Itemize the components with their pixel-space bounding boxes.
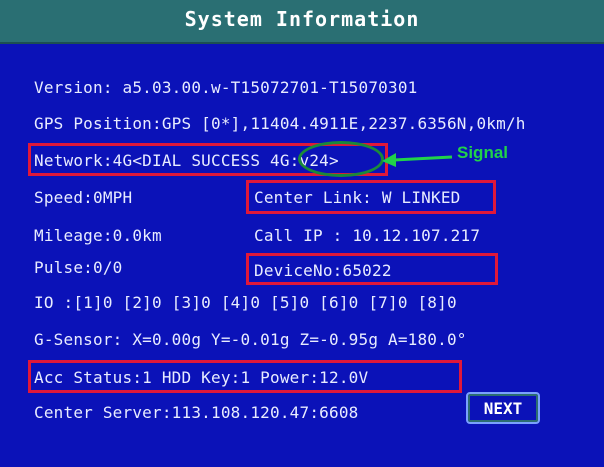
- next-button[interactable]: NEXT: [466, 392, 540, 424]
- title-bar: System Information: [0, 0, 604, 44]
- speed-line: Speed:0MPH: [34, 188, 133, 207]
- version-line: Version: a5.03.00.w-T15072701-T15070301: [34, 78, 418, 97]
- arrow-left-icon: [382, 153, 453, 167]
- system-info-screen: System Information Version: a5.03.00.w-T…: [0, 0, 604, 467]
- g-sensor-line: G-Sensor: X=0.00g Y=-0.01g Z=-0.95g A=18…: [34, 330, 467, 349]
- center-server-line: Center Server:113.108.120.47:6608: [34, 403, 359, 422]
- io-line: IO :[1]0 [2]0 [3]0 [4]0 [5]0 [6]0 [7]0 […: [34, 293, 457, 312]
- acc-status-highlight-box: [28, 360, 462, 393]
- pulse-line: Pulse:0/0: [34, 258, 123, 277]
- center-link-highlight-box: [246, 180, 496, 214]
- call-ip-line: Call IP : 10.12.107.217: [254, 226, 481, 245]
- device-no-highlight-box: [246, 253, 498, 285]
- page-title: System Information: [184, 7, 420, 31]
- signal-highlight-oval: [298, 141, 384, 177]
- gps-position-line: GPS Position:GPS [0*],11404.4911E,2237.6…: [34, 114, 526, 133]
- mileage-line: Mileage:0.0km: [34, 226, 162, 245]
- signal-label: Signal: [457, 143, 509, 162]
